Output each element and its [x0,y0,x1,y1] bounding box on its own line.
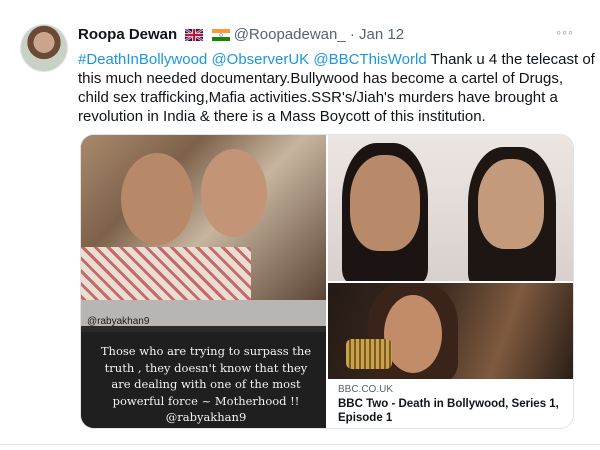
header-separator: · [349,26,355,43]
face-right [201,149,267,237]
quote-text: Those who are trying to surpass the trut… [87,343,325,426]
patterned-cloth [81,247,251,307]
tweet-header: Roopa Dewan @Roopadewan_ · Jan 12 [78,26,578,48]
left-photo[interactable]: @rabyakhan9 Those who are trying to surp… [81,135,326,428]
photo-credit: @rabyakhan9 [87,316,150,327]
link-title[interactable]: BBC Two - Death in Bollywood, Series 1, … [338,397,566,425]
mention-link-observeruk[interactable]: @ObserverUK [211,51,309,68]
mother-daughter-photo [81,135,326,307]
face-left [350,155,420,251]
tweet-line-1-rest: Thank u 4 the telecast of [426,51,595,68]
top-right-photo[interactable] [328,135,573,281]
author-handle[interactable]: @Roopadewan_ [234,26,346,43]
quote-line: Those who are trying to surpass the [100,344,312,358]
more-options-icon[interactable]: ◦◦◦ [556,24,574,40]
india-flag-icon [211,29,230,41]
author-name[interactable]: Roopa Dewan [78,26,177,43]
link-preview-card[interactable]: BBC.CO.UK BBC Two - Death in Bollywood, … [328,283,573,428]
quote-line: are dealing with one of the most [111,377,301,391]
tweet-line-4: revolution in India & there is a Mass Bo… [78,108,486,125]
tweet-card: Roopa Dewan @Roopadewan_ · Jan 12 ◦◦◦ #D… [0,0,600,450]
quote-line: @rabyakhan9 [165,410,247,424]
media-grid: @rabyakhan9 Those who are trying to surp… [80,134,574,429]
quote-line: truth , they doesn't know that they [104,360,308,375]
uk-flag-icon [185,29,204,41]
tweet-line-1: #DeathInBollywood @ObserverUK @BBCThisWo… [78,50,595,69]
face [384,295,442,373]
face-left [121,153,193,245]
mention-link-bbcthisworld[interactable]: @BBCThisWorld [313,51,426,68]
hashtag-link[interactable]: #DeathInBollywood [78,51,207,68]
tweet-line-2: this much needed documentary.Bullywood h… [78,70,563,87]
quote-line: powerful force ~ Motherhood !! [112,393,300,408]
link-preview-image [328,283,573,379]
face-right [478,159,544,249]
link-domain: BBC.CO.UK [338,384,394,395]
tweet-body: #DeathInBollywood @ObserverUK @BBCThisWo… [78,50,595,126]
bangles [346,339,392,369]
tweet-line-3: child sex trafficking,Mafia activities.S… [78,89,558,106]
divider [0,444,600,445]
author-avatar[interactable] [20,24,68,72]
tweet-date[interactable]: Jan 12 [359,26,404,43]
